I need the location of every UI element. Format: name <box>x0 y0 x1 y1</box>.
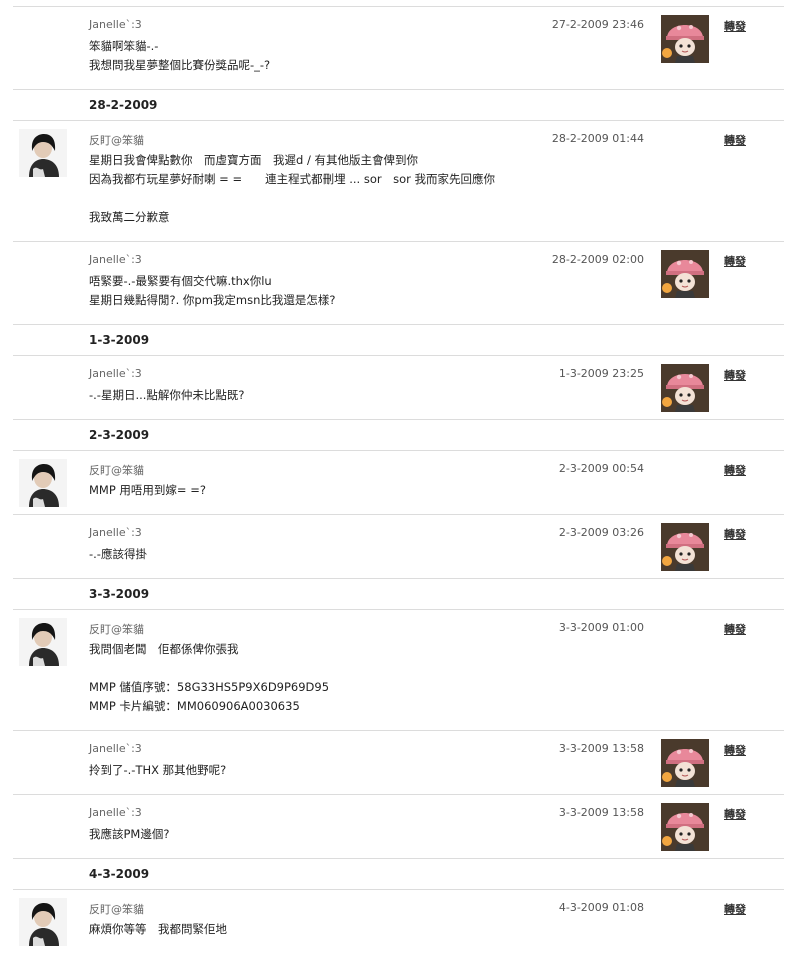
forward-link[interactable]: 轉發 <box>724 18 746 34</box>
date-header: 2-3-2009 <box>89 428 150 442</box>
separator <box>13 578 784 579</box>
message-line: MMP 卡片編號：MM060906A0030635 <box>89 699 300 713</box>
user-avatar[interactable] <box>19 618 67 666</box>
author-name[interactable]: Janelle`:3 <box>89 367 142 380</box>
user-avatar[interactable] <box>19 459 67 507</box>
message-time: 3-3-2009 13:58 <box>558 742 644 755</box>
message-time: 4-3-2009 01:08 <box>558 901 644 914</box>
message-line: 我問個老闆 佢都係俾你張我 <box>89 642 239 656</box>
separator <box>13 794 784 795</box>
separator <box>13 89 784 90</box>
forward-link[interactable]: 轉發 <box>724 367 746 383</box>
separator <box>13 514 784 515</box>
author-name[interactable]: 反盯@笨貓 <box>89 132 144 148</box>
message-time: 3-3-2009 13:58 <box>558 806 644 819</box>
message-time: 27-2-2009 23:46 <box>551 18 644 31</box>
author-name[interactable]: Janelle`:3 <box>89 253 142 266</box>
author-name[interactable]: Janelle`:3 <box>89 742 142 755</box>
author-name[interactable]: 反盯@笨貓 <box>89 901 144 917</box>
user-avatar-doll[interactable] <box>661 739 709 787</box>
date-header: 28-2-2009 <box>89 98 158 112</box>
user-avatar-doll[interactable] <box>661 15 709 63</box>
message-line: 我致萬二分歉意 <box>89 210 170 224</box>
message-time: 2-3-2009 03:26 <box>558 526 644 539</box>
forward-link[interactable]: 轉發 <box>724 742 746 758</box>
message-line: 星期日幾點得閒?. 你pm我定msn比我還是怎樣? <box>89 293 336 307</box>
separator <box>13 355 784 356</box>
author-name[interactable]: Janelle`:3 <box>89 526 142 539</box>
forward-link[interactable]: 轉發 <box>724 132 746 148</box>
message-time: 3-3-2009 01:00 <box>558 621 644 634</box>
message-line: 笨貓啊笨貓-.- <box>89 39 159 53</box>
message-line: MMP 儲值序號：58G33HS5P9X6D9P69D95 <box>89 680 330 694</box>
user-avatar-doll[interactable] <box>661 803 709 851</box>
forward-link[interactable]: 轉發 <box>724 901 746 917</box>
separator <box>13 6 784 7</box>
author-name[interactable]: Janelle`:3 <box>89 806 142 819</box>
separator <box>13 730 784 731</box>
message-line: 因為我都冇玩星夢好耐喇 = = 連主程式都刪埋 ... sor sor 我而家先… <box>89 172 496 186</box>
separator <box>13 450 784 451</box>
author-name[interactable]: 反盯@笨貓 <box>89 621 144 637</box>
message-line: 星期日我會俾點數你 而虛寶方面 我遲d / 有其他版主會俾到你 <box>89 153 418 167</box>
user-avatar[interactable] <box>19 898 67 946</box>
separator <box>13 858 784 859</box>
forward-link[interactable]: 轉發 <box>724 253 746 269</box>
message-line: 麻煩你等等 我都問緊佢地 <box>89 922 227 936</box>
user-avatar[interactable] <box>19 129 67 177</box>
message-line: -.-星期日...點解你仲未比點既? <box>89 388 245 402</box>
message-line: 拎到了-.-THX 那其他野呢? <box>89 763 227 777</box>
user-avatar-doll[interactable] <box>661 523 709 571</box>
separator <box>13 324 784 325</box>
forward-link[interactable]: 轉發 <box>724 462 746 478</box>
message-time: 2-3-2009 00:54 <box>558 462 644 475</box>
date-header: 1-3-2009 <box>89 333 150 347</box>
message-time: 28-2-2009 01:44 <box>551 132 644 145</box>
forward-link[interactable]: 轉發 <box>724 621 746 637</box>
forward-link[interactable]: 轉發 <box>724 526 746 542</box>
separator <box>13 120 784 121</box>
separator <box>13 419 784 420</box>
separator <box>13 609 784 610</box>
message-line: -.-應該得掛 <box>89 547 147 561</box>
separator <box>13 889 784 890</box>
user-avatar-doll[interactable] <box>661 250 709 298</box>
user-avatar-doll[interactable] <box>661 364 709 412</box>
separator <box>13 241 784 242</box>
author-name[interactable]: Janelle`:3 <box>89 18 142 31</box>
message-time: 28-2-2009 02:00 <box>551 253 644 266</box>
date-header: 3-3-2009 <box>89 587 150 601</box>
date-header: 4-3-2009 <box>89 867 150 881</box>
message-line: 我應該PM邊個? <box>89 827 170 841</box>
forward-link[interactable]: 轉發 <box>724 806 746 822</box>
author-name[interactable]: 反盯@笨貓 <box>89 462 144 478</box>
message-time: 1-3-2009 23:25 <box>558 367 644 380</box>
message-line: 唔緊要-.-最緊要有個交代嘛.thx你lu <box>89 274 272 288</box>
message-line: 我想問我星夢整個比賽份獎品呢-_-? <box>89 58 271 72</box>
message-line: MMP 用唔用到嫁= =? <box>89 483 206 497</box>
